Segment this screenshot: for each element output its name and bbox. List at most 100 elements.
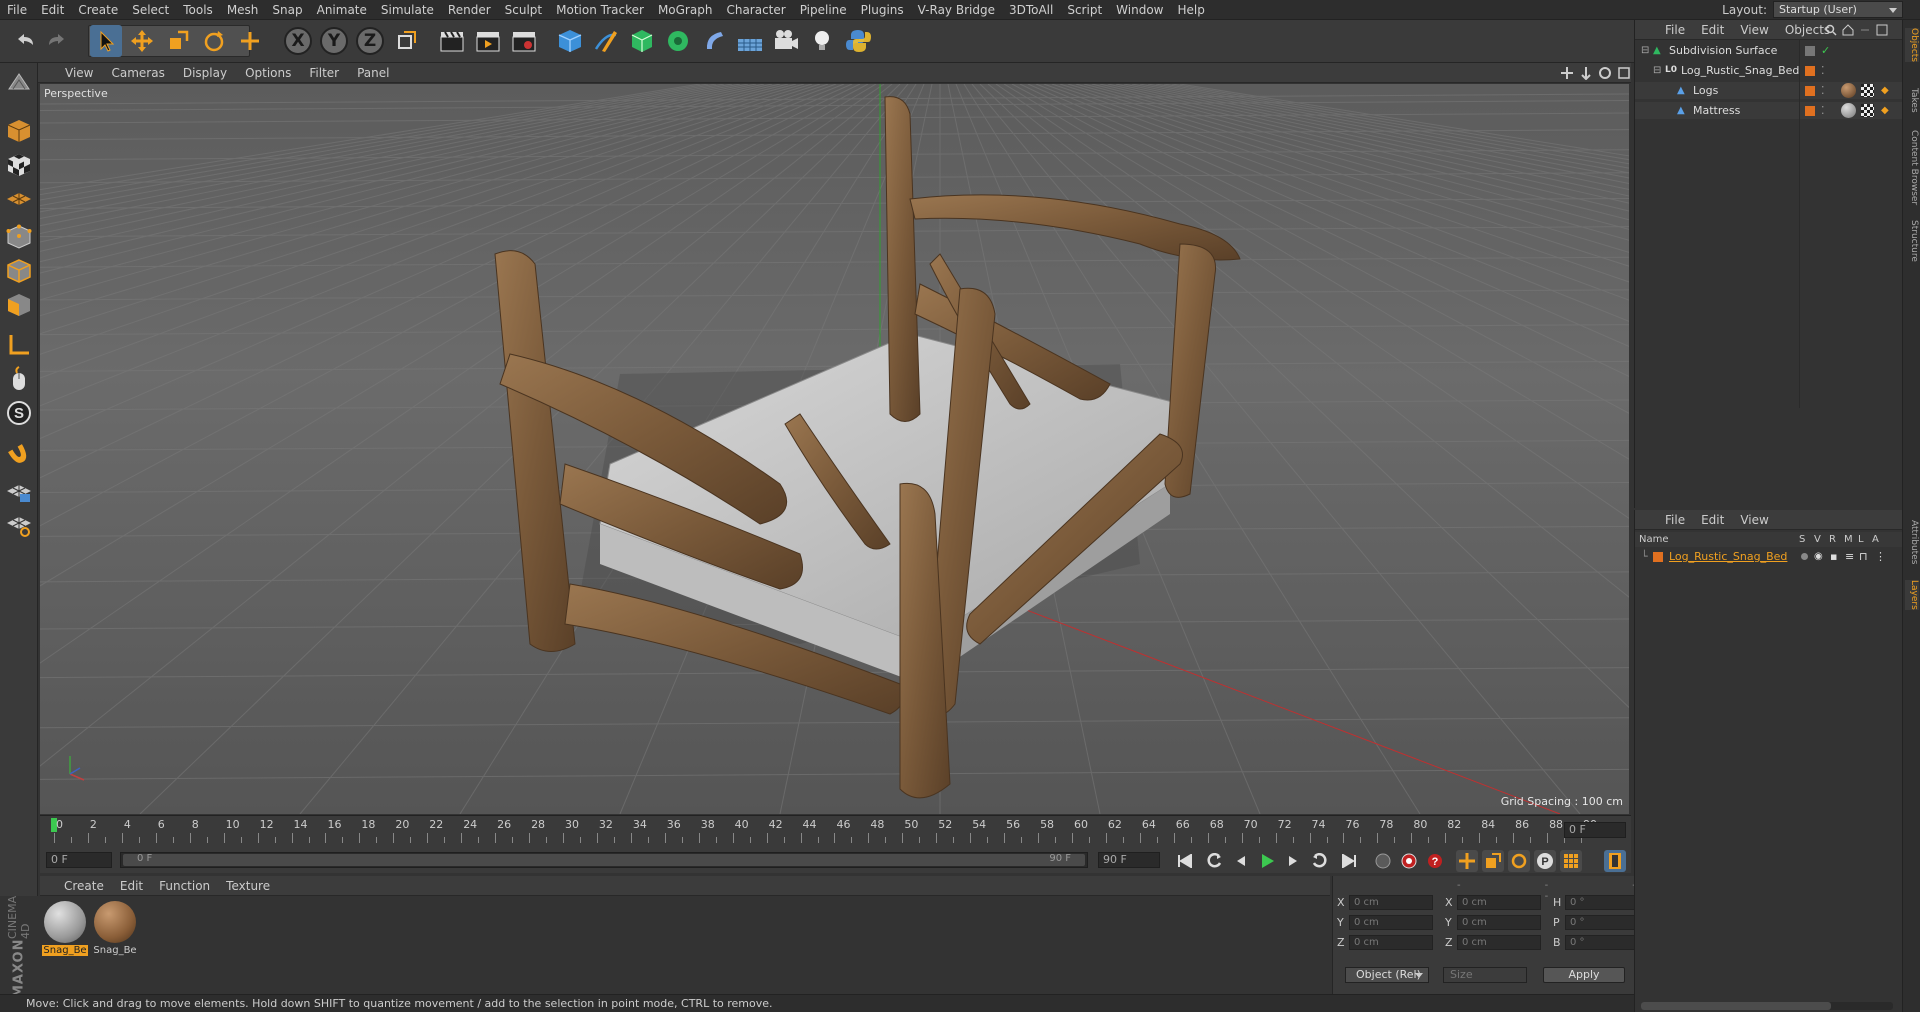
search-icon[interactable] [1825,24,1837,36]
polygons-mode-button[interactable] [3,289,35,321]
viewport-menu-display[interactable]: Display [174,66,236,80]
object-tree-row[interactable]: ⊟ L0 Log_Rustic_Snag_Bed ⁚ [1635,62,1903,79]
menu-plugins[interactable]: Plugins [854,0,911,20]
mograph-button[interactable] [662,25,694,57]
visibility-dots-icon[interactable]: ⁚ [1821,102,1825,119]
texture-mode-button[interactable] [3,149,35,181]
axis-mode-button[interactable] [3,329,35,361]
key-position-button[interactable] [1456,850,1478,872]
eye-icon[interactable]: ◉ [1814,548,1823,565]
go-to-end-button[interactable] [1338,850,1360,872]
key-pla-button[interactable] [1560,850,1582,872]
new-window-icon[interactable] [1876,24,1888,36]
render-picture-viewer-button[interactable] [472,25,504,57]
rotation-field[interactable]: 0 ° [1565,894,1643,910]
edges-mode-button[interactable] [3,255,35,287]
snap-toggle-button[interactable]: S [3,397,35,429]
menu-simulate[interactable]: Simulate [374,0,441,20]
solo-dot-icon[interactable] [1801,553,1808,560]
layer-menu-view[interactable]: View [1732,513,1776,527]
visibility-dots-icon[interactable]: ⁚ [1821,82,1825,99]
tree-collapse-icon[interactable]: ⊟ [1641,42,1649,59]
menu-sculpt[interactable]: Sculpt [498,0,549,20]
z-axis-button[interactable]: Z [354,25,386,57]
menu-help[interactable]: Help [1170,0,1211,20]
next-frame-button[interactable] [1282,850,1304,872]
apply-button[interactable]: Apply [1543,967,1625,983]
menu-script[interactable]: Script [1060,0,1109,20]
previous-key-button[interactable] [1204,850,1226,872]
viewport-menu-cameras[interactable]: Cameras [102,66,173,80]
deformer-button[interactable] [698,25,730,57]
uvw-tag-icon[interactable] [1861,104,1874,117]
points-mode-button[interactable] [3,221,35,253]
move-tool-button[interactable] [126,25,158,57]
start-frame-field[interactable]: 0 F [46,852,112,868]
menu-edit[interactable]: Edit [34,0,71,20]
end-frame-field[interactable]: 90 F [1098,852,1160,868]
material-tag-icon[interactable] [1841,83,1856,98]
material-menu-create[interactable]: Create [56,879,112,893]
coordinate-mode-dropdown[interactable]: Object (Rel) [1345,967,1429,983]
keyframe-selection-button[interactable]: ? [1424,850,1446,872]
home-icon[interactable] [1842,24,1854,36]
menu-animate[interactable]: Animate [310,0,374,20]
tree-collapse-icon[interactable]: ⊟ [1653,62,1661,79]
visibility-dots-icon[interactable]: ⁚ [1821,62,1825,79]
menu-tools[interactable]: Tools [176,0,220,20]
layer-column-m[interactable]: M [1844,532,1853,547]
menu-file[interactable]: File [0,0,34,20]
current-frame-field[interactable]: 0 F [1564,822,1626,838]
phong-tag-icon[interactable]: ◆ [1881,102,1889,119]
material-swatch[interactable]: Snag_Be [92,901,138,956]
object-tree-row[interactable]: ▲ Mattress ⁚ ◆ [1635,102,1903,119]
magnet-button[interactable] [3,437,35,469]
material-swatch[interactable]: Snag_Be [42,901,88,956]
coordinate-system-button[interactable] [390,25,422,57]
menu-motion-tracker[interactable]: Motion Tracker [549,0,651,20]
menu-pipeline[interactable]: Pipeline [793,0,854,20]
camera-button[interactable] [770,25,802,57]
material-tag-icon[interactable] [1841,103,1856,118]
redo-button[interactable] [42,25,74,57]
range-bar[interactable]: 0 F 90 F [123,853,1085,866]
scale-tool-button[interactable] [162,25,194,57]
side-tab-attributes[interactable]: Attributes [1905,520,1919,564]
go-to-start-button[interactable] [1174,850,1196,872]
model-mode-button[interactable] [3,115,35,147]
layer-column-s[interactable]: S [1799,532,1805,547]
make-editable-button[interactable] [3,67,35,99]
planar-workplane-button[interactable] [3,509,35,541]
rotate-tool-button[interactable] [198,25,230,57]
environment-button[interactable] [734,25,766,57]
play-button[interactable] [1256,850,1278,872]
material-menu-texture[interactable]: Texture [218,879,278,893]
layer-color-icon[interactable] [1805,106,1815,116]
key-scale-button[interactable] [1482,850,1504,872]
render-view-button[interactable] [436,25,468,57]
position-field[interactable]: 0 cm [1349,914,1433,930]
y-axis-button[interactable]: Y [318,25,350,57]
uvw-tag-icon[interactable] [1861,84,1874,97]
layer-menu-file[interactable]: File [1657,513,1693,527]
size-field[interactable]: 0 cm [1457,914,1541,930]
perspective-viewport[interactable]: Perspective Grid Spacing : 100 cm [40,84,1629,814]
menu-snap[interactable]: Snap [265,0,309,20]
key-rotation-button[interactable] [1508,850,1530,872]
next-key-button[interactable] [1308,850,1330,872]
nurbs-button[interactable] [626,25,658,57]
rotation-field[interactable]: 0 ° [1565,914,1643,930]
side-tab-content-browser[interactable]: Content Browser [1905,130,1919,205]
manager-icon[interactable]: ≡ [1845,548,1854,565]
timeline-ruler[interactable]: 0 2 4 6 8 10 12 14 16 18 20 22 24 26 28 30 32 34 36 38 40 42 4… [40,815,1631,847]
menu-window[interactable]: Window [1109,0,1170,20]
layer-column-v[interactable]: V [1814,532,1821,547]
material-menu-edit[interactable]: Edit [112,879,151,893]
render-settings-button[interactable] [508,25,540,57]
layer-color-icon[interactable] [1805,66,1815,76]
layer-column-r[interactable]: R [1829,532,1836,547]
menu-mograph[interactable]: MoGraph [651,0,720,20]
layer-scrollbar[interactable] [1641,1002,1893,1010]
tweak-mode-button[interactable] [3,363,35,395]
layer-column-name[interactable]: Name [1639,532,1669,547]
